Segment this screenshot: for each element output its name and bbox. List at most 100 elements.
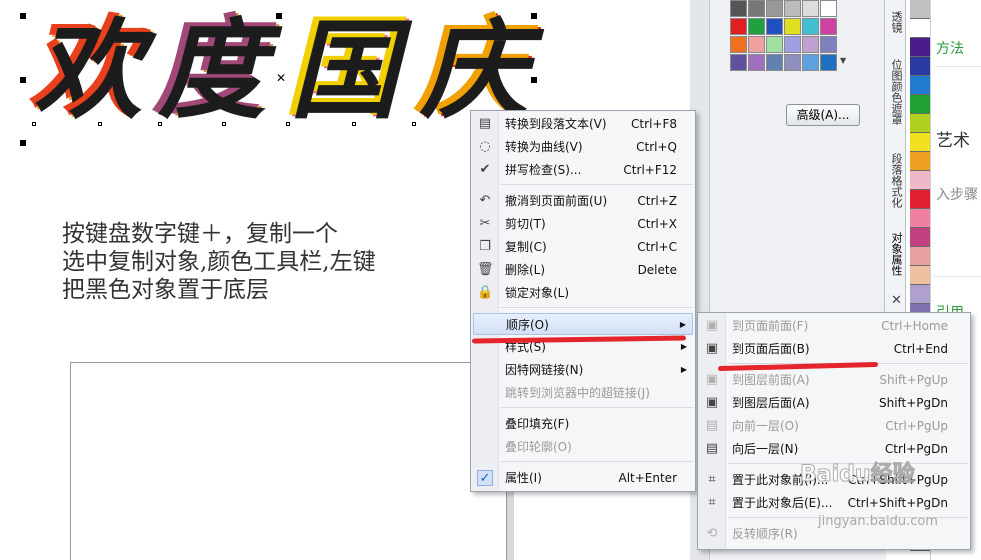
color-swatch[interactable] <box>784 18 801 35</box>
palette-color[interactable] <box>910 190 930 209</box>
node-handle[interactable] <box>98 122 102 126</box>
color-swatch[interactable] <box>766 18 783 35</box>
color-swatch[interactable] <box>748 36 765 53</box>
reverse-order-icon: ⟲ <box>706 526 718 541</box>
docker-close-icon[interactable]: ✕ <box>891 293 902 308</box>
palette-color[interactable] <box>910 133 930 152</box>
color-swatch[interactable] <box>820 18 837 35</box>
layer-back-icon: ▣ <box>705 395 719 410</box>
tab-bitmap-color-mask[interactable]: 位图颜色遮罩 <box>886 48 904 136</box>
page-frame <box>70 362 510 560</box>
menu-separator <box>501 461 693 462</box>
submenu-item[interactable]: ▣ 到页面前面(F) Ctrl+Home <box>700 315 968 337</box>
color-swatch[interactable] <box>748 18 765 35</box>
menu-item[interactable]: ◌ 转换为曲线(V) Ctrl+Q <box>473 136 693 158</box>
menu-item-label: 撤消到页面前面(U) <box>505 194 608 208</box>
node-handle[interactable] <box>222 122 226 126</box>
submenu-item[interactable]: ▣ 到图层前面(A) Shift+PgUp <box>700 369 968 391</box>
node-handle[interactable] <box>412 122 416 126</box>
palette-color[interactable] <box>910 209 930 228</box>
color-swatch[interactable] <box>748 0 765 17</box>
submenu-item-label: 向后一层(N) <box>732 442 799 456</box>
menu-item[interactable]: ❐ 复制(C) Ctrl+C <box>473 236 693 258</box>
menu-item[interactable]: 🔒 锁定对象(L) <box>473 282 693 304</box>
color-swatch-grid[interactable] <box>730 0 840 71</box>
color-swatch[interactable] <box>766 54 783 71</box>
menu-item-shortcut: Ctrl+C <box>637 240 677 254</box>
submenu-item[interactable]: ▣ 到页面后面(B) Ctrl+End <box>700 338 968 360</box>
color-swatch[interactable] <box>730 36 747 53</box>
submenu-item[interactable]: ⌗ 置于此对象后(E)... Ctrl+Shift+PgDn <box>700 492 968 514</box>
tab-object-properties[interactable]: 对象属性 <box>886 224 904 284</box>
color-swatch[interactable] <box>802 54 819 71</box>
color-swatch[interactable] <box>766 36 783 53</box>
menu-item[interactable]: ✔ 拼写检查(S)... Ctrl+F12 <box>473 159 693 181</box>
color-swatch[interactable] <box>730 0 747 17</box>
palette-color[interactable] <box>910 76 930 95</box>
palette-color[interactable] <box>910 0 930 19</box>
color-swatch[interactable] <box>784 54 801 71</box>
menu-item[interactable]: ✓ 属性(I) Alt+Enter <box>473 467 693 489</box>
menu-item[interactable]: 🗑 删除(L) Delete <box>473 259 693 281</box>
color-swatch[interactable] <box>820 0 837 17</box>
selection-handle-tm[interactable] <box>276 13 282 19</box>
palette-color[interactable] <box>910 57 930 76</box>
behind-icon: ⌗ <box>708 495 716 510</box>
color-swatch[interactable] <box>802 0 819 17</box>
color-swatch[interactable] <box>784 0 801 17</box>
palette-color[interactable] <box>910 285 930 304</box>
submenu-item-label: 向前一层(O) <box>732 419 799 433</box>
to-front-icon: ▣ <box>705 318 719 333</box>
menu-item[interactable]: ✂ 剪切(T) Ctrl+X <box>473 213 693 235</box>
menu-item[interactable]: ↶ 撤消到页面前面(U) Ctrl+Z <box>473 190 693 212</box>
menu-item[interactable]: 叠印轮廓(O) <box>473 436 693 458</box>
menu-item-shortcut: Ctrl+Z <box>637 194 677 208</box>
menu-item-label: 删除(L) <box>505 263 546 277</box>
palette-color[interactable] <box>910 171 930 190</box>
spellcheck-icon: ✔ <box>479 162 491 177</box>
menu-item[interactable]: 因特网链接(N) ▶ <box>473 359 693 381</box>
palette-color[interactable] <box>910 228 930 247</box>
color-swatch[interactable] <box>802 18 819 35</box>
color-swatch[interactable] <box>748 54 765 71</box>
color-swatch[interactable] <box>766 0 783 17</box>
tab-lens[interactable]: 透镜 <box>886 4 904 40</box>
submenu-item-shortcut: Ctrl+PgUp <box>885 419 948 433</box>
palette-color[interactable] <box>910 95 930 114</box>
advanced-button[interactable]: 高级(A)... <box>786 104 860 126</box>
node-handle[interactable] <box>32 122 36 126</box>
palette-color[interactable] <box>910 19 930 38</box>
menu-item-label: 属性(I) <box>505 471 542 485</box>
selection-handle-ml[interactable] <box>20 77 26 83</box>
node-handle[interactable] <box>158 122 162 126</box>
color-swatch[interactable] <box>784 36 801 53</box>
color-swatch[interactable] <box>820 36 837 53</box>
menu-item[interactable]: 跳转到浏览器中的超链接(J) <box>473 382 693 404</box>
color-swatch[interactable] <box>730 54 747 71</box>
palette-color[interactable] <box>910 114 930 133</box>
node-handle[interactable] <box>286 122 290 126</box>
color-swatch[interactable] <box>802 36 819 53</box>
submenu-item-label: 到页面后面(B) <box>732 342 810 356</box>
submenu-item[interactable]: ▤ 向前一层(O) Ctrl+PgUp <box>700 415 968 437</box>
menu-item[interactable]: 顺序(O) ▶ <box>473 313 693 335</box>
selection-handle-mr[interactable] <box>531 77 537 83</box>
swatch-dropdown-icon[interactable]: ▼ <box>840 56 846 65</box>
palette-color[interactable] <box>910 266 930 285</box>
color-swatch[interactable] <box>730 18 747 35</box>
cut-icon: ✂ <box>479 216 491 231</box>
palette-color[interactable] <box>910 247 930 266</box>
palette-color[interactable] <box>910 38 930 57</box>
palette-color[interactable] <box>910 152 930 171</box>
menu-item[interactable]: ▤ 转换到段落文本(V) Ctrl+F8 <box>473 113 693 135</box>
menu-item[interactable]: 叠印填充(F) <box>473 413 693 435</box>
paragraph-text-icon: ▤ <box>478 116 492 131</box>
tab-paragraph-format[interactable]: 段落格式化 <box>886 142 904 218</box>
color-swatch[interactable] <box>820 54 837 71</box>
selection-handle-tl[interactable] <box>20 13 26 19</box>
selection-handle-bl[interactable] <box>20 140 26 146</box>
submenu-item[interactable]: ▣ 到图层后面(A) Shift+PgDn <box>700 392 968 414</box>
node-handle[interactable] <box>352 122 356 126</box>
menu-item-label: 顺序(O) <box>506 318 549 332</box>
selection-handle-tr[interactable] <box>531 13 537 19</box>
